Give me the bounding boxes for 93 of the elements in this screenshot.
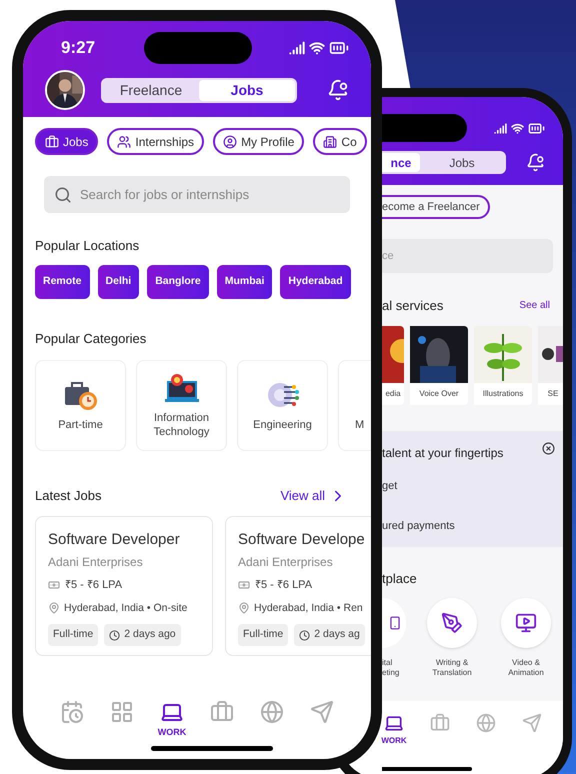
category-label: Writing & Translation: [432, 658, 472, 678]
category-card[interactable]: Part-time: [35, 360, 126, 451]
mode-tab[interactable]: Jobs: [199, 80, 295, 100]
video-monitor-icon: [515, 612, 537, 634]
job-title: Software Develope: [238, 530, 365, 550]
company-name: Adani Enterprises: [238, 554, 333, 571]
signal-icon: [289, 40, 305, 56]
briefcase-icon: [430, 713, 450, 733]
monitor-gear-icon: [164, 372, 198, 404]
category-label: Engineering: [252, 418, 313, 432]
tab-bar-item[interactable]: WORK: [382, 713, 406, 747]
section-title: Popular Categories: [35, 330, 146, 348]
category-label: Video & Animation: [508, 658, 544, 678]
category-chip[interactable]: Internships: [107, 128, 204, 155]
service-card[interactable]: Voice Over: [410, 326, 468, 404]
mode-tab[interactable]: Freelance: [103, 80, 199, 100]
bell-icon[interactable]: [526, 153, 545, 172]
wifi-icon: [309, 40, 325, 56]
category-label: Part-time: [57, 418, 104, 432]
service-label: edia: [385, 388, 401, 400]
category-card[interactable]: Engineering: [237, 360, 328, 451]
tab-bar-item[interactable]: [520, 713, 544, 733]
service-label: SE: [548, 388, 558, 400]
category-label: ital eting: [382, 658, 400, 678]
service-label: Voice Over: [419, 388, 459, 400]
location-text: Hyderabad, India • On-site: [64, 600, 188, 616]
status-time: 9:27: [61, 37, 96, 60]
calendar-icon: [60, 700, 84, 724]
globe-icon: [476, 713, 496, 733]
see-all-link[interactable]: See all: [519, 298, 550, 314]
posted-tag: 2 days ago: [104, 624, 181, 646]
clock-icon: [109, 630, 120, 641]
close-icon[interactable]: [542, 442, 555, 454]
mode-tab[interactable]: nce: [382, 153, 420, 172]
paper-plane-icon: [310, 700, 334, 724]
search-icon: [54, 186, 72, 204]
banknote-icon: [238, 579, 250, 592]
tab-bar-item[interactable]: [474, 713, 498, 733]
pen-icon: [441, 612, 463, 634]
category-card[interactable]: Information Technology: [136, 360, 227, 451]
service-card[interactable]: SE: [538, 326, 563, 404]
job-card[interactable]: Software Developer Adani Enterprises ₹5 - ₹6 LPA Hyderabad, India • On-site Full-time 2 days ago: [35, 516, 213, 656]
banner-title: talent at your fingertips: [382, 444, 504, 462]
service-label: Illustrations: [482, 388, 524, 400]
location-pin-icon: [48, 602, 60, 614]
paper-plane-icon: [522, 713, 542, 733]
category-label: M: [354, 418, 366, 432]
view-all-link[interactable]: View all: [280, 486, 347, 506]
user-icon: [223, 134, 238, 148]
phone-icon: [388, 616, 402, 630]
banner-point: get: [382, 478, 398, 494]
section-title: Latest Jobs: [35, 487, 102, 505]
location-chip[interactable]: Hyderabad: [280, 264, 351, 298]
search-field[interactable]: ce: [382, 239, 553, 273]
signal-icon: [494, 122, 507, 134]
tab-bar-item[interactable]: [428, 713, 452, 733]
briefcase-icon: [210, 700, 234, 724]
mode-tab[interactable]: Jobs: [420, 153, 504, 172]
job-card[interactable]: Software Develope Adani Enterprises ₹5 - ₹6 LPA Hyderabad, India • Ren Full-time 2 days ag: [225, 516, 371, 656]
tab-bar-item[interactable]: WORK: [155, 700, 189, 740]
job-type-tag: Full-time: [238, 624, 288, 646]
company-name: Adani Enterprises: [48, 554, 143, 571]
section-title: al services: [382, 297, 444, 315]
category-label: Information Technology: [152, 412, 210, 440]
location-chip[interactable]: Mumbai: [216, 264, 272, 298]
section-title: Popular Locations: [35, 237, 140, 255]
location-chip[interactable]: Banglore: [147, 264, 209, 298]
globe-icon: [260, 700, 284, 724]
banner-point: ured payments: [382, 519, 455, 534]
building-icon: [323, 134, 338, 148]
grid-icon: [110, 700, 134, 724]
banknote-icon: [48, 579, 60, 592]
category-chip[interactable]: Co: [313, 128, 367, 155]
salary-text: ₹5 - ₹6 LPA: [65, 578, 122, 593]
category-card[interactable]: M: [338, 360, 371, 451]
posted-tag: 2 days ag: [294, 624, 365, 646]
briefcase-icon: [45, 134, 59, 148]
location-chip[interactable]: Remote: [35, 264, 90, 298]
location-chip[interactable]: Delhi: [98, 264, 140, 298]
clock-icon: [299, 630, 310, 641]
location-pin-icon: [238, 602, 250, 614]
section-title: tplace: [382, 570, 417, 588]
job-type-tag: Full-time: [48, 624, 98, 646]
job-title: Software Developer: [48, 530, 180, 550]
bell-icon[interactable]: [327, 79, 349, 101]
search-field[interactable]: Search for jobs or internships: [44, 176, 350, 213]
category-chip[interactable]: Jobs: [35, 128, 98, 155]
service-card[interactable]: Illustrations: [474, 326, 532, 404]
wifi-icon: [511, 122, 524, 134]
salary-text: ₹5 - ₹6 LPA: [255, 578, 312, 593]
location-text: Hyderabad, India • Ren: [254, 600, 363, 616]
people-icon: [117, 134, 132, 148]
category-chip[interactable]: My Profile: [213, 128, 304, 155]
